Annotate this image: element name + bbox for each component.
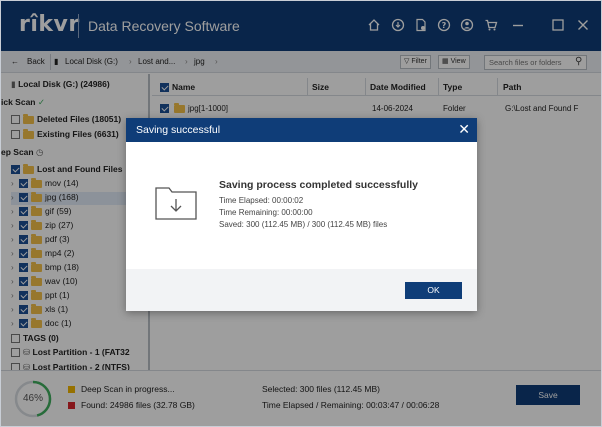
time-remaining: Time Remaining: 00:00:00 xyxy=(219,208,313,217)
close-icon[interactable]: ✕ xyxy=(458,121,470,137)
app-window: rîkvr Data Recovery Software ? ← Back ▮ … xyxy=(0,0,602,427)
time-elapsed: Time Elapsed: 00:00:02 xyxy=(219,196,304,205)
saving-successful-dialog: Saving successful ✕ Saving process compl… xyxy=(126,118,477,311)
dialog-heading: Saving process completed successfully xyxy=(219,179,418,191)
dialog-title: Saving successful xyxy=(136,124,221,136)
saved-count: Saved: 300 (112.45 MB) / 300 (112.45 MB)… xyxy=(219,220,388,229)
dialog-footer: OK xyxy=(126,269,477,311)
folder-download-icon xyxy=(155,187,197,220)
ok-button[interactable]: OK xyxy=(405,282,462,299)
dialog-title-bar: Saving successful ✕ xyxy=(126,118,477,142)
